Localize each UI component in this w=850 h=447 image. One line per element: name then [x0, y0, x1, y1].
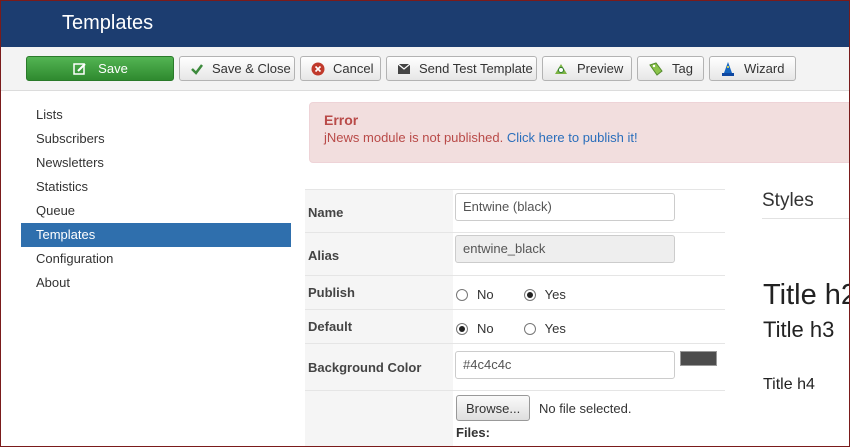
cancel-button[interactable]: Cancel — [300, 56, 381, 81]
alert-heading: Error — [324, 112, 359, 128]
check-icon — [190, 61, 204, 77]
publish-module-link[interactable]: Click here to publish it! — [507, 130, 638, 145]
alert-message-text: jNews module is not published. — [324, 130, 507, 145]
tag-button[interactable]: Tag — [637, 56, 704, 81]
color-swatch[interactable] — [680, 351, 717, 366]
header-bar: Templates — [1, 1, 849, 47]
sidebar-item-queue[interactable]: Queue — [21, 199, 291, 223]
save-label: Save — [98, 61, 128, 76]
publish-radio-group: No Yes — [456, 287, 596, 302]
save-button[interactable]: Save — [26, 56, 174, 81]
form-row-name: Name Entwine (black) — [305, 189, 725, 232]
publish-yes-label: Yes — [544, 287, 566, 302]
wizard-icon — [720, 61, 736, 77]
sidebar: Lists Subscribers Newsletters Statistics… — [21, 103, 291, 295]
alias-input[interactable]: entwine_black — [455, 235, 675, 263]
form-row-background: Background Color #4c4c4c — [305, 343, 725, 390]
send-test-template-button[interactable]: Send Test Template — [386, 56, 537, 81]
edit-icon — [72, 61, 88, 77]
default-no-radio[interactable] — [456, 322, 468, 335]
styles-heading: Styles — [762, 190, 814, 211]
sidebar-item-configuration[interactable]: Configuration — [21, 247, 291, 271]
error-alert: Error jNews module is not published. Cli… — [309, 102, 849, 163]
file-status: No file selected. — [539, 401, 632, 416]
title-h4-sample: Title h4 — [763, 376, 815, 393]
save-close-label: Save & Close — [212, 61, 291, 76]
sidebar-item-lists[interactable]: Lists — [21, 103, 291, 127]
title-h2-sample: Title h2 — [763, 279, 850, 311]
alias-label: Alias — [308, 248, 340, 263]
sidebar-item-about[interactable]: About — [21, 271, 291, 295]
name-label: Name — [308, 205, 344, 220]
save-close-button[interactable]: Save & Close — [179, 56, 295, 81]
title-h3-sample: Title h3 — [763, 317, 835, 342]
page-title: Templates — [62, 12, 154, 34]
envelope-icon — [397, 61, 411, 77]
sidebar-item-newsletters[interactable]: Newsletters — [21, 151, 291, 175]
cancel-icon — [311, 61, 325, 77]
default-no-label: No — [477, 321, 494, 336]
background-color-input[interactable]: #4c4c4c — [455, 351, 675, 379]
background-color-label: Background Color — [308, 360, 422, 375]
wizard-label: Wizard — [744, 61, 785, 76]
publish-no-label: No — [477, 287, 494, 302]
form-row-alias: Alias entwine_black — [305, 232, 725, 275]
tag-icon — [648, 61, 664, 77]
preview-icon — [553, 61, 569, 77]
browse-button[interactable]: Browse... — [456, 395, 531, 421]
default-yes-label: Yes — [544, 321, 566, 336]
default-yes-radio[interactable] — [523, 322, 536, 335]
app-window: Templates Save Save & Close Cancel Send — [0, 0, 850, 447]
sidebar-item-statistics[interactable]: Statistics — [21, 175, 291, 199]
form-row-publish: Publish No Yes — [305, 275, 725, 309]
publish-label: Publish — [308, 285, 355, 300]
preview-button[interactable]: Preview — [542, 56, 632, 81]
name-input[interactable]: Entwine (black) — [455, 193, 675, 221]
default-radio-group: No Yes — [456, 321, 596, 336]
styles-divider — [762, 218, 849, 219]
sidebar-item-templates[interactable]: Templates — [21, 223, 291, 247]
cancel-label: Cancel — [333, 61, 374, 76]
send-test-label: Send Test Template — [419, 61, 533, 76]
sidebar-item-subscribers[interactable]: Subscribers — [21, 127, 291, 151]
label-cell — [305, 391, 453, 446]
publish-no-radio[interactable] — [456, 288, 468, 301]
tag-label: Tag — [672, 61, 693, 76]
files-label: Files: — [456, 425, 490, 440]
publish-yes-radio[interactable] — [523, 288, 536, 301]
wizard-button[interactable]: Wizard — [709, 56, 796, 81]
toolbar: Save Save & Close Cancel Send Test Templ… — [1, 47, 849, 91]
alert-message: jNews module is not published. Click her… — [324, 130, 638, 145]
form-row-default: Default No Yes — [305, 309, 725, 343]
preview-label: Preview — [577, 61, 624, 76]
default-label: Default — [308, 319, 353, 334]
